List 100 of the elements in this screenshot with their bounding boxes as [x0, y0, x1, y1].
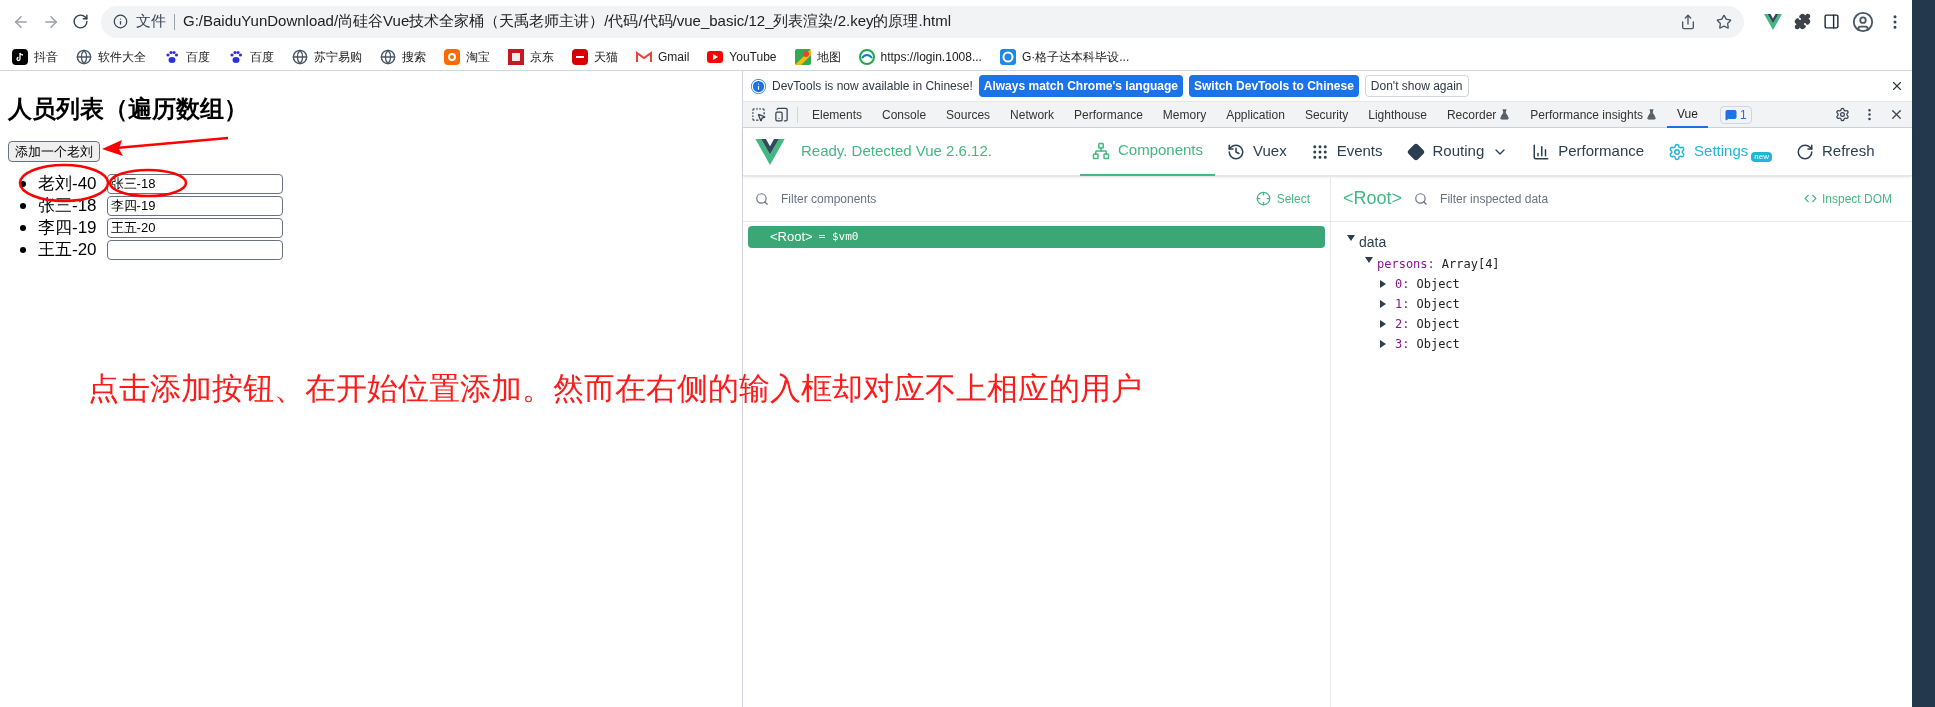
puzzle-icon[interactable] — [1794, 13, 1811, 30]
refresh-icon — [1796, 142, 1814, 161]
devtools-tab[interactable]: Sources — [936, 101, 1001, 128]
section-title: data — [1359, 232, 1387, 252]
devtools-tab[interactable]: Lighthouse — [1358, 101, 1437, 128]
bookmark-link[interactable]: 百度 — [186, 47, 210, 66]
bookmark-link[interactable]: YouTube — [729, 47, 777, 66]
star-icon[interactable] — [1716, 13, 1732, 30]
note-icon — [12, 48, 28, 65]
devtools-tab[interactable]: Security — [1294, 101, 1359, 128]
bookmark-link[interactable]: https://login.1008... — [880, 47, 982, 66]
info-icon — [113, 14, 128, 29]
issues-badge[interactable]: 1 — [1719, 105, 1752, 124]
crosshair-icon — [1255, 191, 1271, 206]
settings-icon — [1668, 142, 1687, 161]
paw-icon — [228, 48, 244, 65]
vue-nav-tab[interactable]: Events — [1298, 127, 1395, 176]
reload-icon[interactable] — [72, 13, 89, 30]
vue-logo-icon — [755, 138, 785, 165]
tile-icon — [572, 48, 588, 65]
bookmark-link[interactable]: 苏宁易购 — [314, 47, 362, 66]
vue-logo-icon[interactable] — [1764, 13, 1782, 30]
annotation-text: 点击添加按钮、在开始位置添加。然而在右侧的输入框却对应不上相应的用户 — [88, 370, 1142, 408]
vue-nav-tab[interactable]: Refresh — [1784, 127, 1887, 176]
bar-chart-icon — [1532, 142, 1551, 161]
bookmark-link[interactable]: 淘宝 — [466, 47, 490, 66]
security-label: 文件 — [136, 11, 166, 32]
devtools-tab[interactable]: Elements — [802, 101, 873, 128]
text-input[interactable]: 李四-19 — [106, 196, 283, 216]
devtools-tab[interactable]: Performance insights — [1520, 101, 1668, 128]
add-button[interactable]: 添加一个老刘 — [8, 141, 100, 162]
device-icon[interactable] — [774, 107, 789, 122]
page-heading: 人员列表（遍历数组） — [8, 94, 249, 124]
share-icon[interactable] — [1680, 13, 1696, 30]
globe-icon — [76, 48, 92, 65]
flask-icon — [1646, 109, 1658, 120]
bookmark-link[interactable]: 地图 — [816, 47, 841, 66]
globe-icon — [292, 48, 308, 65]
issues-count: 1 — [1739, 106, 1747, 124]
devtools-tab[interactable]: Vue — [1667, 101, 1708, 128]
swirl-icon — [858, 48, 875, 65]
filter-field[interactable]: Filter components — [781, 189, 1244, 208]
message-icon — [1724, 108, 1737, 121]
inspect-icon[interactable] — [751, 107, 766, 122]
filter-field[interactable]: Filter inspected data — [1440, 189, 1792, 208]
property-value: Object — [1416, 336, 1460, 353]
devtools-tab[interactable]: Network — [1000, 101, 1065, 128]
info-bar-button[interactable]: Always match Chrome's language — [978, 75, 1184, 97]
address-bar[interactable]: 文件 G:/BaiduYunDownload/尚硅谷Vue技术全家桶（天禹老师主讲）/代码/代码/vue_basic/12_列表渲染/2.key的原理.html — [101, 5, 1744, 38]
info-bar-button[interactable]: Don't show again — [1364, 75, 1469, 97]
bookmark-link[interactable]: G·格子达本科毕设... — [1021, 47, 1130, 66]
devtools-tab[interactable]: Performance — [1064, 101, 1153, 128]
bookmark-link[interactable]: 天猫 — [594, 47, 618, 66]
close-icon[interactable] — [1889, 107, 1904, 122]
devtools-tab[interactable]: Application — [1216, 101, 1295, 128]
text-input[interactable] — [106, 240, 283, 260]
paw-icon — [164, 48, 180, 65]
inspector-title: <Root> — [1343, 187, 1403, 210]
play-icon — [707, 50, 724, 63]
bullet-icon — [20, 203, 26, 209]
code-icon — [1803, 192, 1817, 205]
info-bar-button[interactable]: Switch DevTools to Chinese — [1189, 75, 1359, 97]
text-input[interactable]: 王五-20 — [106, 218, 283, 238]
bookmark-link[interactable]: Gmail — [658, 47, 690, 66]
bookmark-link[interactable]: 百度 — [250, 47, 274, 66]
tile-icon — [444, 48, 460, 65]
component-name: <Root> — [770, 228, 813, 247]
close-icon[interactable] — [1890, 79, 1904, 93]
dots-icon — [1310, 142, 1329, 161]
side-panel-icon[interactable] — [1823, 13, 1840, 30]
status-text: Ready. Detected Vue 2.6.12. — [801, 141, 992, 162]
person-label: 王五-20 — [38, 239, 97, 262]
mail-icon — [636, 50, 652, 63]
avatar-icon[interactable] — [1852, 10, 1874, 33]
devtools-tab[interactable]: Console — [872, 101, 937, 128]
search-icon — [755, 191, 769, 206]
info-message: DevTools is now available in Chinese! — [772, 78, 973, 95]
bookmark-link[interactable]: 软件大全 — [98, 47, 146, 66]
property-value: Array[4] — [1441, 256, 1500, 273]
search-icon — [1414, 191, 1429, 206]
property-value: Object — [1416, 296, 1460, 313]
vue-nav-tab[interactable]: Performance — [1520, 127, 1657, 176]
devtools-tab[interactable]: Memory — [1152, 101, 1217, 128]
bullet-icon — [20, 181, 26, 187]
property-key: persons: — [1377, 255, 1435, 273]
vue-nav-tab[interactable]: Vuex — [1215, 127, 1299, 176]
globe-icon — [380, 48, 396, 65]
bookmark-link[interactable]: 京东 — [530, 47, 554, 66]
property-key: 3: — [1395, 335, 1410, 353]
bullet-icon — [20, 247, 26, 253]
bookmark-link[interactable]: 抖音 — [34, 47, 58, 66]
settings-icon[interactable] — [1835, 107, 1850, 122]
vue-nav-tab[interactable]: Routing — [1394, 127, 1521, 176]
bookmark-link[interactable]: 搜索 — [402, 47, 426, 66]
bullet-icon — [20, 225, 26, 231]
map-pin-icon — [794, 48, 811, 65]
property-key: 2: — [1395, 315, 1410, 333]
devtools-tab[interactable]: Recorder — [1436, 101, 1521, 128]
swirl-icon — [999, 48, 1016, 65]
info-icon — [751, 78, 766, 94]
